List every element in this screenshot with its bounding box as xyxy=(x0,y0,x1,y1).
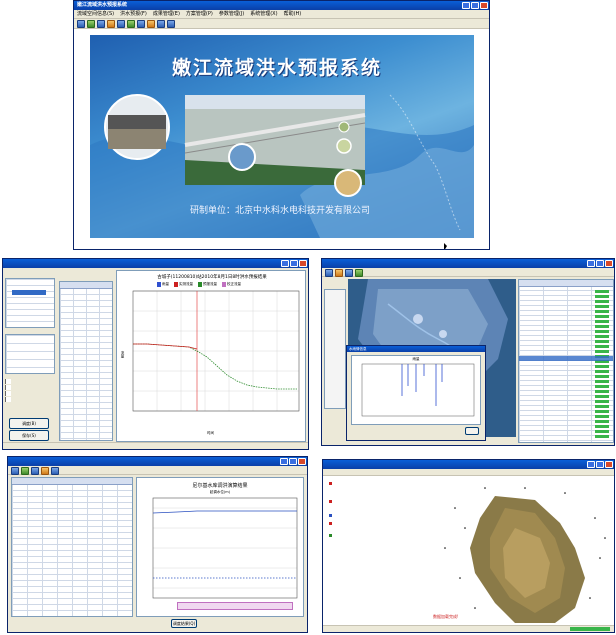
toolbar-icon[interactable] xyxy=(127,20,135,28)
toolbar-icon[interactable] xyxy=(77,20,85,28)
menu-forecast[interactable]: 洪水预报(F) xyxy=(117,10,150,18)
status-bars xyxy=(595,290,609,438)
menu-params[interactable]: 参数管理(J) xyxy=(216,10,247,18)
toolbar-icon[interactable] xyxy=(21,467,29,475)
map-window: 水雨情信息 雨量 xyxy=(321,258,615,446)
toolbar-icon[interactable] xyxy=(87,20,95,28)
forecast-chart: 古城子(11200810)站2010年8月1日8时洪水预报结果 雨量 实测流量 … xyxy=(116,270,306,442)
toolbar-icon[interactable] xyxy=(11,467,19,475)
rain-popup-footer xyxy=(351,427,481,436)
toolbar-icon[interactable] xyxy=(31,467,39,475)
minimize-icon[interactable] xyxy=(587,260,595,267)
toolbar-icon[interactable] xyxy=(51,467,59,475)
toolbar-icon[interactable] xyxy=(97,20,105,28)
toolbar-icon[interactable] xyxy=(107,20,115,28)
reservoir-titlebar[interactable] xyxy=(8,457,307,466)
minimize-icon[interactable] xyxy=(280,458,288,465)
forecast-window: 调度(B) 保存(S) 古城子(11200810)站2010年8月1日8时洪水预… xyxy=(2,258,309,450)
banner-title: 嫩江流域洪水预报系统 xyxy=(172,57,383,79)
main-window-title: 嫩江流域洪水预报系统 xyxy=(77,2,128,8)
rain-popup-title[interactable]: 水雨情信息 xyxy=(347,346,485,352)
dispatch-result-button[interactable]: 调度结果(Q) xyxy=(171,619,197,628)
dem-statusbar xyxy=(323,625,614,632)
maximize-icon[interactable] xyxy=(471,2,479,9)
toolbar-icon[interactable] xyxy=(41,467,49,475)
forecast-titlebar[interactable] xyxy=(3,259,308,268)
map-legend xyxy=(324,289,346,409)
selected-row xyxy=(519,356,613,361)
dem-window: 数据加载完成! xyxy=(322,459,615,633)
toolbar-icon[interactable] xyxy=(147,20,155,28)
dispatch-button[interactable]: 调度(B) xyxy=(9,418,49,429)
maximize-icon[interactable] xyxy=(596,461,604,468)
menu-plans[interactable]: 方案管理(P) xyxy=(183,10,216,18)
menu-help[interactable]: 帮助(H) xyxy=(281,10,305,18)
y-axis-label: 流量 xyxy=(121,351,125,358)
main-toolbar xyxy=(74,19,489,29)
close-icon[interactable] xyxy=(298,458,306,465)
close-icon[interactable] xyxy=(605,260,613,267)
forecast-statusbar xyxy=(3,442,308,449)
options-list xyxy=(5,378,55,408)
param-list[interactable] xyxy=(5,334,55,374)
dem-menubar xyxy=(323,469,614,476)
main-client-area: 嫩江流域洪水预报系统 研制单位：北京中水科水电科技开发有限公司 xyxy=(74,29,489,249)
main-titlebar[interactable]: 嫩江流域洪水预报系统 xyxy=(74,1,489,10)
toolbar-icon[interactable] xyxy=(335,269,343,277)
map-toolbar xyxy=(322,268,614,277)
forecast-plot xyxy=(132,290,300,412)
map-titlebar[interactable] xyxy=(322,259,614,268)
dem-canvas[interactable] xyxy=(385,478,614,623)
station-tree[interactable] xyxy=(5,278,55,328)
map-station-table[interactable] xyxy=(518,279,614,443)
rain-chart: 雨量 xyxy=(351,355,481,425)
dem-layer-tree[interactable] xyxy=(325,478,385,578)
terrain-map xyxy=(444,487,606,623)
toolbar-icon[interactable] xyxy=(355,269,363,277)
maximize-icon[interactable] xyxy=(290,260,298,267)
reservoir-chart: 尼尔基水库调洪演算结果 起调水位(m) xyxy=(136,477,304,617)
toolbar-icon[interactable] xyxy=(137,20,145,28)
menu-spatial[interactable]: 流域空间信息(S) xyxy=(74,10,117,18)
toolbar-icon[interactable] xyxy=(325,269,333,277)
minimize-icon[interactable] xyxy=(587,461,595,468)
minimize-icon[interactable] xyxy=(281,260,289,267)
toolbar-icon[interactable] xyxy=(157,20,165,28)
reservoir-legend-bar xyxy=(177,602,293,610)
cursor-icon xyxy=(444,243,447,249)
dem-titlebar[interactable] xyxy=(323,460,614,469)
splash-banner: 嫩江流域洪水预报系统 研制单位：北京中水科水电科技开发有限公司 xyxy=(90,35,474,238)
toolbar-icon[interactable] xyxy=(345,269,353,277)
close-icon[interactable] xyxy=(480,2,488,9)
dem-status: 数据加载完成! xyxy=(433,614,459,619)
close-icon[interactable] xyxy=(299,260,307,267)
maximize-icon[interactable] xyxy=(596,260,604,267)
main-menubar: 流域空间信息(S) 洪水预报(F) 成果管理(E) 方案管理(P) 参数管理(J… xyxy=(74,10,489,19)
x-axis-label: 时间 xyxy=(207,431,214,435)
menu-results[interactable]: 成果管理(E) xyxy=(150,10,183,18)
reservoir-window: 尼尔基水库调洪演算结果 起调水位(m) 调度结果(Q) xyxy=(7,456,308,633)
rain-popup: 水雨情信息 雨量 xyxy=(346,345,486,441)
menu-system[interactable]: 系统管理(X) xyxy=(247,10,280,18)
reservoir-table[interactable] xyxy=(11,477,133,617)
toolbar-icon[interactable] xyxy=(167,20,175,28)
save-button[interactable]: 保存(S) xyxy=(9,430,49,441)
forecast-control-panel: 调度(B) 保存(S) xyxy=(5,270,55,442)
minimize-icon[interactable] xyxy=(462,2,470,9)
reservoir-plot xyxy=(152,497,298,599)
developer-label: 研制单位：北京中水科水电科技开发有限公司 xyxy=(190,206,371,216)
main-window: 嫩江流域洪水预报系统 流域空间信息(S) 洪水预报(F) 成果管理(E) 方案管… xyxy=(73,0,490,250)
toolbar-icon[interactable] xyxy=(117,20,125,28)
maximize-icon[interactable] xyxy=(289,458,297,465)
reservoir-footer: 调度结果(Q) xyxy=(11,619,304,630)
close-icon[interactable] xyxy=(605,461,613,468)
forecast-table[interactable] xyxy=(59,281,113,441)
reservoir-toolbar xyxy=(8,466,307,475)
query-button[interactable] xyxy=(465,427,479,435)
